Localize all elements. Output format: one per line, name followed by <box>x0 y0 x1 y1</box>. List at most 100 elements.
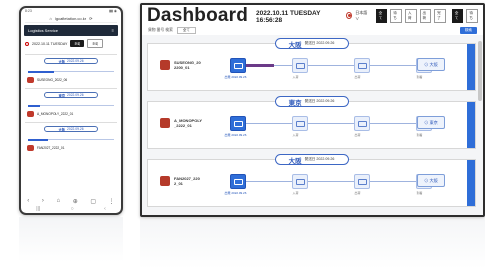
recents-icon[interactable]: ||| <box>36 206 40 212</box>
view-wait-button[interactable]: 待ち <box>466 8 479 23</box>
address-bar[interactable]: ⌂ lgcafietation.co.kr ⟳ <box>25 15 117 23</box>
destination-button[interactable]: ⊙ 東京 <box>417 116 445 129</box>
device-name: A_MONOPOLY_2222_01 <box>37 112 74 116</box>
search-button[interactable]: 検索 <box>459 27 477 34</box>
device: A_MONOPOLY _2222_01 <box>160 118 210 129</box>
node-label: 到着 <box>416 133 423 137</box>
view-all-button[interactable]: 全て <box>451 8 464 23</box>
filter-label: 貨物 番号 検索 <box>148 28 173 32</box>
route-track: 出発 2022.09.26 入荷 出荷 到着 ⊙ 大阪 <box>225 55 445 83</box>
phone-light-button[interactable]: 조회 <box>87 39 104 48</box>
shipment-panel[interactable]: 大阪 発送日 2022.09.26 FAN2027_220 2_01 出発 202… <box>147 154 476 207</box>
filter-wait-button[interactable]: 待ち <box>390 8 402 23</box>
phone-dark-button[interactable]: 조회 <box>70 40 85 47</box>
panel-side-tab[interactable] <box>467 160 475 206</box>
ship-info: 発送日 2022.09.26 <box>304 41 335 45</box>
device-row: A_MONOPOLY_2222_01 <box>25 109 117 119</box>
device-row: SUSEONG_2022_06 <box>25 75 117 85</box>
city-pill: 大阪 2022.09.26 <box>44 126 98 132</box>
device-name: FAN2027_2222_01 <box>37 146 65 150</box>
filter-row: 2022.10.11 TUESDAY 조회 조회 <box>21 36 121 51</box>
product-showcase: 8:23 ▮▮ ◉ ⌂ lgcafietation.co.kr ⟳ Logist… <box>0 0 485 278</box>
device-icon <box>27 77 34 83</box>
monitor-reflection <box>140 219 485 269</box>
panel-side-tab[interactable] <box>467 44 475 90</box>
truck-icon[interactable] <box>230 58 246 73</box>
node-label: 到着 <box>416 191 423 195</box>
device-icon <box>160 176 170 187</box>
destination-button[interactable]: ⊙ 大阪 <box>417 174 445 187</box>
ship-date: 2022.09.26 <box>67 59 84 63</box>
destination-button[interactable]: ⊙ 大阪 <box>417 58 445 71</box>
language-select[interactable]: 日本語 ∨ <box>355 10 368 22</box>
warehouse-icon[interactable] <box>292 116 308 131</box>
city-pill: 東京 発送日 2022.09.26 <box>274 96 349 107</box>
phone-shipment-card[interactable]: 大阪 2022.09.26 FAN2027_2222_01 <box>25 122 117 153</box>
shipment-panel[interactable]: 大阪 発送日 2022.09.26 SUSEONG_20 2200_01 出発 2… <box>147 38 476 91</box>
panel-side-tab[interactable] <box>467 102 475 148</box>
route-track: 出発 2022.09.26 入荷 出荷 到着 ⊙ 大阪 <box>225 171 445 199</box>
route-track <box>25 134 117 143</box>
city-pill: 大阪 発送日 2022.09.26 <box>274 38 349 49</box>
node-label: 入荷 <box>292 191 299 195</box>
truck-icon[interactable] <box>230 174 246 189</box>
node-label: 到着 <box>416 75 423 79</box>
device: FAN2027_220 2_01 <box>160 176 210 187</box>
filter-outbound-button[interactable]: 出荷 <box>419 8 432 23</box>
route-track <box>25 100 117 109</box>
record-radio-icon[interactable] <box>346 12 353 19</box>
warehouse-icon[interactable] <box>292 174 308 189</box>
back-system-icon[interactable]: ‹ <box>104 206 106 212</box>
more-icon[interactable]: ⋮ <box>109 198 115 205</box>
plane-icon[interactable] <box>354 174 370 189</box>
status-icons: ▮▮ ◉ <box>109 9 117 13</box>
ship-date: 2022.09.26 <box>67 127 84 131</box>
phone-reflection <box>19 217 123 262</box>
home-button-icon[interactable]: ○ <box>71 206 74 212</box>
device-row: FAN2027_2222_01 <box>25 143 117 153</box>
node-label: 出発 2022.09.26 <box>224 133 247 137</box>
warehouse-icon[interactable] <box>292 58 308 73</box>
city-pill: 大阪 発送日 2022.09.26 <box>274 154 349 165</box>
phone-shipment-card[interactable]: 東京 2022.09.26 A_MONOPOLY_2222_01 <box>25 88 117 119</box>
plane-icon[interactable] <box>354 116 370 131</box>
device: SUSEONG_20 2200_01 <box>160 60 210 71</box>
filter-done-button[interactable]: 完了 <box>434 8 446 23</box>
home-nav-icon[interactable]: ⌂ <box>57 198 61 205</box>
refresh-icon[interactable]: ⟳ <box>89 16 92 21</box>
page-title: Dashboard <box>147 4 249 26</box>
tabs-icon[interactable]: ▢ <box>90 198 96 205</box>
city-name: 東京 <box>58 93 66 98</box>
phone-shipment-card[interactable]: 大阪 2022.09.26 SUSEONG_2022_06 <box>25 54 117 85</box>
city-pill: 大阪 2022.09.26 <box>44 58 98 64</box>
device-name: SUSEONG_20 2200_01 <box>174 60 201 71</box>
device-name: A_MONOPOLY_2222_01 <box>174 118 203 129</box>
node-label: 入荷 <box>292 133 299 137</box>
home-icon[interactable]: ⌂ <box>50 16 52 21</box>
forward-icon[interactable]: › <box>42 198 44 205</box>
route-track: 出発 2022.09.26 入荷 出荷 到着 ⊙ 東京 <box>225 113 445 141</box>
shipment-panel[interactable]: 東京 発送日 2022.09.26 A_MONOPOLY _2222_01 出発 … <box>147 96 476 149</box>
device-name: SUSEONG_2022_06 <box>37 78 68 82</box>
ship-info: 発送日 2022.09.26 <box>304 157 335 161</box>
add-icon[interactable]: ⊕ <box>73 198 78 205</box>
radio-icon[interactable] <box>25 41 29 46</box>
node-label: 出荷 <box>354 75 361 79</box>
city-pill: 東京 2022.09.26 <box>44 92 98 98</box>
node-label: 出発 2022.09.26 <box>224 75 247 79</box>
scrollbar[interactable] <box>478 41 482 101</box>
header-datetime: 2022.10.11 TUESDAY 16:56:28 <box>256 10 321 24</box>
filter-all-button[interactable]: 全て <box>375 8 388 23</box>
device-icon <box>160 60 170 71</box>
city-name: 大阪 <box>288 157 302 165</box>
plane-icon[interactable] <box>354 58 370 73</box>
filter-inbound-button[interactable]: 入荷 <box>404 8 417 23</box>
route-track <box>25 66 117 75</box>
status-time: 8:23 <box>25 9 32 13</box>
truck-icon[interactable] <box>230 116 246 131</box>
browser-nav: ‹ › ⌂ ⊕ ▢ ⋮ <box>21 198 121 205</box>
back-icon[interactable]: ‹ <box>27 198 29 205</box>
menu-icon[interactable]: ≡ <box>112 28 114 33</box>
url-text: lgcafietation.co.kr <box>54 16 87 21</box>
filter-select[interactable]: 全て <box>176 27 196 34</box>
